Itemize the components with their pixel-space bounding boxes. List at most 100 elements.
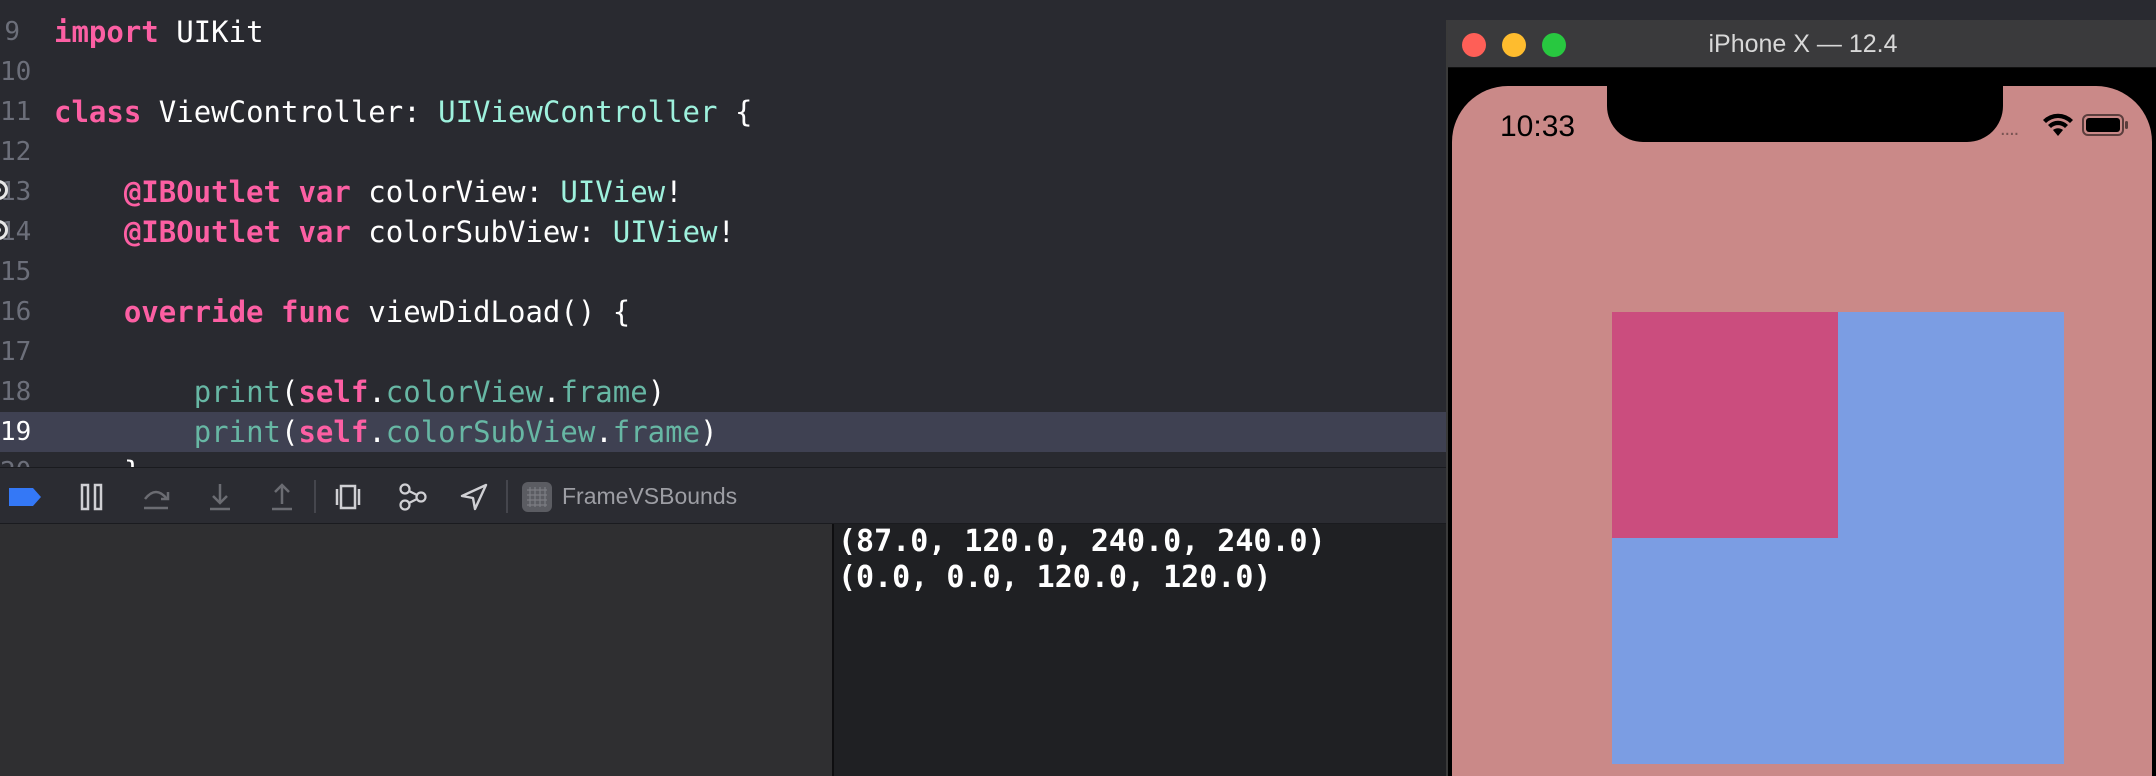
toolbar-separator xyxy=(314,480,316,513)
code-token: class xyxy=(54,95,142,129)
code-line[interactable]: 10 xyxy=(0,52,1450,92)
line-number: 17 xyxy=(0,337,32,367)
color-sub-view xyxy=(1612,312,1838,538)
code-line[interactable]: 19 print(self.colorSubView.frame) xyxy=(0,412,1450,452)
variables-view[interactable] xyxy=(0,524,832,776)
code-token: ! xyxy=(665,175,683,209)
code-token: var xyxy=(298,175,351,209)
code-token: ! xyxy=(717,215,735,249)
code-token: { xyxy=(717,95,753,129)
code-token: colorView xyxy=(385,375,543,409)
code-token: frame xyxy=(612,415,701,449)
simulate-location-button[interactable] xyxy=(454,468,494,525)
debug-bar: FrameVSBounds xyxy=(0,467,1450,524)
simulator-title: iPhone X — 12.4 xyxy=(1708,30,1898,58)
code-line[interactable]: 14 @IBOutlet var colorSubView: UIView! xyxy=(0,212,1450,252)
code-token: print xyxy=(193,415,281,449)
location-arrow-icon xyxy=(460,483,488,510)
color-view xyxy=(1612,312,2064,764)
view-hierarchy-icon xyxy=(335,484,361,509)
code-line[interactable]: 15 xyxy=(0,252,1450,292)
console-output-line: (87.0, 120.0, 240.0, 240.0) xyxy=(838,524,1326,559)
code-token: override xyxy=(123,295,264,329)
code-text: print(self.colorSubView.frame) xyxy=(54,412,718,452)
line-number: 20 xyxy=(0,452,31,467)
code-token: colorSubView: xyxy=(350,215,613,249)
memory-graph-icon xyxy=(399,482,427,511)
line-number: 11 xyxy=(0,97,32,127)
pause-continue-button[interactable] xyxy=(72,468,112,525)
line-number: 12 xyxy=(0,137,32,167)
code-text: print(self.colorView.frame) xyxy=(54,372,665,412)
step-out-icon xyxy=(272,482,292,510)
step-out-button[interactable] xyxy=(262,468,302,525)
step-over-button[interactable] xyxy=(136,468,176,525)
code-token: UIKit xyxy=(158,15,264,49)
breakpoints-toggle-button[interactable] xyxy=(4,468,48,525)
code-token: . xyxy=(368,415,386,449)
code-token: . xyxy=(542,375,561,409)
view-hierarchy-button[interactable] xyxy=(328,468,368,525)
debug-console[interactable]: (87.0, 120.0, 240.0, 240.0) (0.0, 0.0, 1… xyxy=(834,524,1450,776)
simulator-window[interactable]: iPhone X — 12.4 10:33 .... xyxy=(1446,20,2156,776)
process-scheme-label[interactable]: FrameVSBounds xyxy=(562,468,737,525)
code-token: import xyxy=(54,15,159,49)
code-token: @IBOutlet xyxy=(123,175,281,209)
console-output-line: (0.0, 0.0, 120.0, 120.0) xyxy=(838,560,1272,595)
code-line[interactable]: 9 import UIKit xyxy=(0,12,1450,52)
code-line[interactable]: 11 class ViewController: UIViewController… xyxy=(0,92,1450,132)
code-text: @IBOutlet var colorView: UIView! xyxy=(54,172,683,212)
step-into-icon xyxy=(210,483,230,510)
code-token: func xyxy=(281,295,351,329)
line-number: 19 xyxy=(0,417,32,447)
code-token: colorSubView xyxy=(385,415,596,449)
line-number: 10 xyxy=(0,57,32,87)
code-token: . xyxy=(595,415,613,449)
pause-icon xyxy=(80,483,103,510)
code-line[interactable]: 16 override func viewDidLoad() { xyxy=(0,292,1450,332)
code-line[interactable]: 17 xyxy=(0,332,1450,372)
code-editor[interactable]: 9 import UIKit 10 11 class ViewController: U… xyxy=(0,0,1450,467)
code-token: ViewController: xyxy=(141,95,439,129)
code-token: self xyxy=(298,415,369,449)
code-line[interactable]: 18 print(self.colorView.frame) xyxy=(0,372,1450,412)
code-token: colorView: xyxy=(350,175,561,209)
code-line[interactable]: 12 xyxy=(0,132,1450,172)
device-screen[interactable]: 10:33 .... xyxy=(1452,86,2152,776)
memory-graph-button[interactable] xyxy=(390,468,434,525)
status-bar-time: 10:33 xyxy=(1500,110,1576,143)
line-number: 16 xyxy=(0,297,32,327)
code-token: UIView xyxy=(612,215,718,249)
code-line[interactable]: 20 } xyxy=(0,452,1450,467)
simulator-titlebar[interactable]: iPhone X — 12.4 xyxy=(1448,20,2156,68)
code-token: UIView xyxy=(560,175,666,209)
code-token: @IBOutlet xyxy=(123,215,281,249)
code-token: viewDidLoad() { xyxy=(350,295,631,329)
battery-icon xyxy=(2082,114,2128,136)
step-into-button[interactable] xyxy=(200,468,240,525)
code-text: } xyxy=(54,452,141,467)
code-token: self xyxy=(298,375,369,409)
breakpoint-icon xyxy=(9,487,41,506)
code-token: UIViewController xyxy=(438,95,718,129)
code-text: import UIKit xyxy=(54,12,264,52)
code-token: } xyxy=(54,455,141,467)
code-text: @IBOutlet var colorSubView: UIView! xyxy=(54,212,735,252)
cellular-signal-icon: .... xyxy=(2000,118,2019,140)
code-token: frame xyxy=(560,375,648,409)
device-notch xyxy=(1607,86,2003,142)
code-line[interactable]: 13 @IBOutlet var colorView: UIView! xyxy=(0,172,1450,212)
line-number: 18 xyxy=(0,377,32,407)
code-token: ) xyxy=(700,415,718,449)
code-text: override func viewDidLoad() { xyxy=(54,292,630,332)
wifi-icon xyxy=(2043,113,2073,136)
code-text: class ViewController: UIViewController { xyxy=(54,92,752,132)
